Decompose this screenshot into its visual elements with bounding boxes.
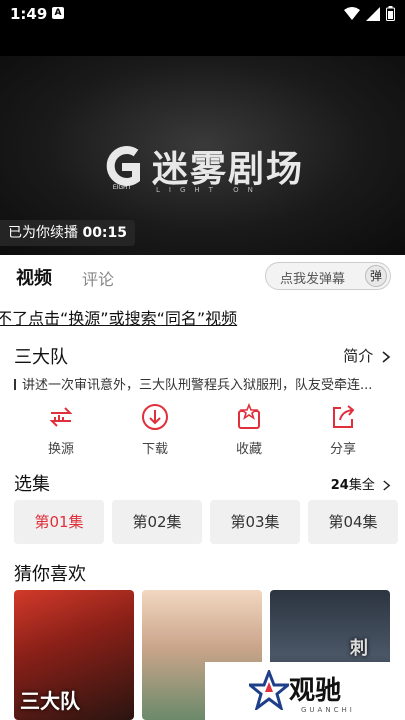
download-icon xyxy=(142,404,168,430)
action-label: 下载 xyxy=(141,442,168,457)
tab-video[interactable]: 视频 xyxy=(16,264,52,290)
action-label: 分享 xyxy=(329,442,356,457)
action-row: 换源 下载 收藏 分享 xyxy=(0,402,405,466)
switch-source-button[interactable]: 换源 xyxy=(31,402,91,457)
chevron-right-icon xyxy=(383,480,391,491)
star-logo-icon xyxy=(249,670,289,710)
poster-title: 刺 xyxy=(350,638,368,659)
recommend-poster[interactable]: 三大队 xyxy=(14,590,134,720)
wifi-icon xyxy=(344,6,360,20)
danmu-placeholder: 点我发弹幕 xyxy=(280,272,346,287)
favorite-button[interactable]: 收藏 xyxy=(219,402,279,457)
intro-label: 简介 xyxy=(343,347,374,365)
player-top-bar xyxy=(0,28,405,56)
status-bar: 1:49 A xyxy=(0,0,405,28)
logo-title: 迷雾剧场 xyxy=(152,149,305,190)
resume-time: 00:15 xyxy=(82,225,128,241)
danmu-toggle-button[interactable]: 弹 xyxy=(365,265,387,287)
episode-count: 24 xyxy=(330,478,349,493)
watermark-title: 观驰 xyxy=(289,676,342,706)
episode-list: 第01集 第02集 第03集 第04集 xyxy=(14,500,398,544)
eight-logo-icon: EIGHT xyxy=(106,146,140,191)
episode-item-01[interactable]: 第01集 xyxy=(14,500,104,544)
episode-count-suffix: 集全 xyxy=(348,478,375,493)
tab-comment[interactable]: 评论 xyxy=(82,266,114,290)
episode-item-04[interactable]: 第04集 xyxy=(308,500,398,544)
recommend-heading: 猜你喜欢 xyxy=(14,564,86,585)
guanchi-watermark: 观驰 GUANCHI xyxy=(205,662,405,720)
svg-text:EIGHT: EIGHT xyxy=(113,185,132,191)
show-title: 三大队 xyxy=(14,347,68,368)
intro-button[interactable]: 简介 xyxy=(343,345,391,366)
action-label: 换源 xyxy=(47,442,74,457)
episode-item-02[interactable]: 第02集 xyxy=(112,500,202,544)
source-notice-link[interactable]: 不了点击“换源”或搜索“同名”视频 xyxy=(0,305,237,329)
battery-icon xyxy=(386,6,395,21)
mist-theater-logo: EIGHT 迷雾剧场 xyxy=(102,140,304,192)
status-icons xyxy=(344,6,395,21)
notification-badge-icon: A xyxy=(52,7,64,19)
all-episodes-button[interactable]: 24集全 xyxy=(331,474,391,493)
show-description: 讲述一次审讯意外，三大队刑警程兵入狱服刑，队友受牵连... xyxy=(14,374,392,393)
description-bar-icon xyxy=(14,379,16,390)
poster-title: 三大队 xyxy=(20,689,80,713)
episode-item-03[interactable]: 第03集 xyxy=(210,500,300,544)
switch-source-icon xyxy=(49,407,73,427)
episodes-heading: 选集 xyxy=(14,474,50,495)
chevron-right-icon xyxy=(382,350,391,363)
logo-subtitle: LIGHT ON xyxy=(156,186,262,194)
action-label: 收藏 xyxy=(235,442,262,457)
share-icon xyxy=(333,405,355,428)
favorite-icon xyxy=(238,402,260,429)
danmu-input[interactable]: 点我发弹幕 弹 xyxy=(265,262,391,290)
download-button[interactable]: 下载 xyxy=(125,402,185,457)
video-player[interactable]: EIGHT 迷雾剧场 LIGHT ON 已为你续播 00:15 xyxy=(0,28,405,255)
share-button[interactable]: 分享 xyxy=(313,402,373,457)
resume-text: 已为你续播 xyxy=(8,225,78,241)
watermark-subtitle: GUANCHI xyxy=(301,706,355,714)
resume-playback-toast: 已为你续播 00:15 xyxy=(0,220,136,246)
signal-icon xyxy=(366,6,380,21)
status-time: 1:49 xyxy=(10,5,48,23)
description-text: 讲述一次审讯意外，三大队刑警程兵入狱服刑，队友受牵连... xyxy=(22,378,373,393)
